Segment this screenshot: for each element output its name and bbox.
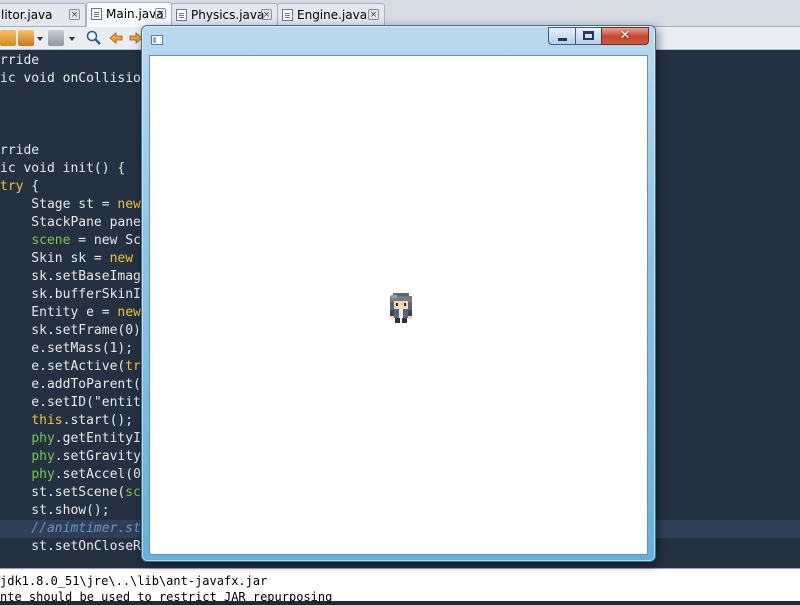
code-token: sk.setFrame(0) <box>0 323 141 338</box>
code-token: st.setOnCloseR <box>0 539 141 554</box>
code-token: phy <box>31 449 55 464</box>
code-token: e.addToParent( <box>0 377 141 392</box>
forward-history-icon[interactable] <box>18 30 34 46</box>
close-button[interactable]: ✕ <box>601 27 649 45</box>
code-token: e.setID("entit <box>0 395 141 410</box>
code-token: .setGravity <box>54 449 141 464</box>
code-token: phy <box>31 467 55 482</box>
tab-label: litor.java <box>1 8 53 22</box>
code-token: //animtimer.st <box>0 521 141 536</box>
code-token: e.setActive( <box>0 359 126 374</box>
close-tab-icon[interactable]: × <box>261 9 272 20</box>
code-token: StackPane pane <box>0 215 141 230</box>
editor-tab-bar: litor.java × Main.java × Physics.java × Engine… <box>0 0 800 27</box>
output-line: jdk1.8.0_51\jre\..\lib\ant-javafx.jar <box>0 574 268 588</box>
dropdown-arrow-icon[interactable] <box>36 30 44 46</box>
code-token: sk.setBaseImag <box>0 269 141 284</box>
code-token: st.setScene( <box>0 485 126 500</box>
window-system-menu-icon[interactable] <box>151 35 163 45</box>
code-token: phy <box>31 431 55 446</box>
code-token: Stage st = <box>0 197 118 212</box>
maximize-button[interactable] <box>575 27 602 45</box>
java-file-icon <box>91 8 102 20</box>
close-tab-icon[interactable]: × <box>69 9 80 20</box>
code-token: rride <box>0 53 40 68</box>
tab-label: Physics.java <box>191 8 265 22</box>
code-token: sk.bufferSkinI <box>0 287 141 302</box>
code-token: .getEntityI <box>54 431 141 446</box>
code-token: { <box>23 179 40 194</box>
code-token: new <box>109 251 134 266</box>
find-icon[interactable] <box>86 30 102 46</box>
output-panel: jdk1.8.0_51\jre\..\lib\ant-javafx.jar nt… <box>0 568 800 604</box>
code-token: .start(); <box>62 413 134 428</box>
code-token: tr <box>125 359 141 374</box>
back-history-icon[interactable] <box>0 30 16 46</box>
code-token: Entity e = <box>0 305 118 320</box>
tab-engine-java[interactable]: Engine.java × <box>277 3 385 26</box>
code-token: st.show(); <box>0 503 110 518</box>
code-token: rride <box>0 143 40 158</box>
app-window[interactable]: ✕ <box>141 25 656 562</box>
code-token: new <box>117 305 141 320</box>
java-file-icon <box>176 9 187 21</box>
code-token: scene <box>31 233 71 248</box>
code-token: new <box>117 197 141 212</box>
code-token: sc <box>125 485 141 500</box>
tab-litor-java[interactable]: litor.java × <box>0 3 86 26</box>
code-token: try <box>0 179 24 194</box>
code-token: = new Sc <box>70 233 141 248</box>
code-token: this <box>31 413 63 428</box>
java-file-icon <box>282 9 293 21</box>
tab-physics-java[interactable]: Physics.java × <box>171 3 278 26</box>
close-icon: ✕ <box>619 28 631 43</box>
dropdown-arrow-icon[interactable] <box>68 30 76 46</box>
code-token: ic void onCollisio <box>0 71 141 86</box>
code-token: ic void init() { <box>0 161 126 176</box>
code-token: e.setMass(1); <box>0 341 134 356</box>
code-token: .setAccel(0 <box>54 467 141 482</box>
tab-main-java[interactable]: Main.java × <box>86 2 172 27</box>
last-edit-icon[interactable] <box>48 30 64 46</box>
close-tab-icon[interactable]: × <box>155 8 166 19</box>
find-previous-icon[interactable] <box>108 30 124 46</box>
character-sprite-icon <box>390 293 412 323</box>
tab-label: Engine.java <box>297 8 368 22</box>
code-token: Skin sk = <box>0 251 110 266</box>
minimize-button[interactable] <box>548 27 576 45</box>
game-canvas[interactable] <box>149 55 648 555</box>
output-line: nte should be used to restrict JAR repur… <box>0 590 333 604</box>
close-tab-icon[interactable]: × <box>368 9 379 20</box>
